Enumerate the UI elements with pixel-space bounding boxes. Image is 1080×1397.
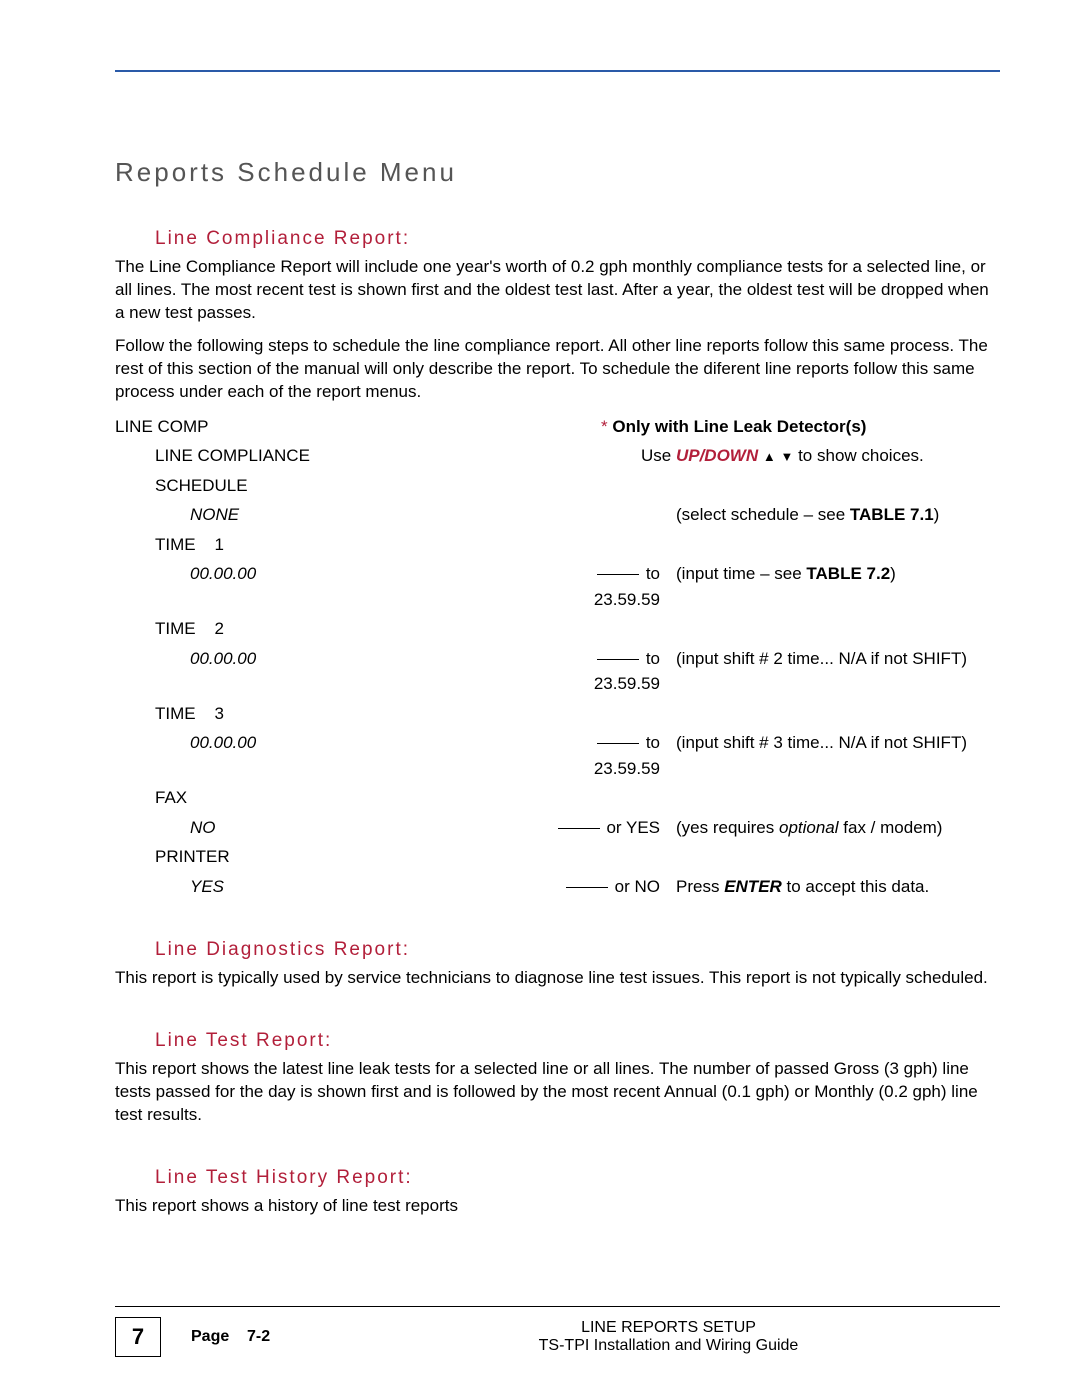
heading-line-test-history: Line Test History Report: bbox=[155, 1167, 1000, 1189]
menu-row-lvl1: LINE COMPLIANCE Use UP/DOWN ▲ ▼ to show … bbox=[115, 443, 1000, 469]
paragraph-compliance-2: Follow the following steps to schedule t… bbox=[115, 335, 1000, 404]
menu-note: Use UP/DOWN ▲ ▼ to show choices. bbox=[633, 443, 1000, 469]
hint-text: (input time – see bbox=[676, 564, 806, 583]
hint-bold: TABLE 7.2 bbox=[806, 564, 890, 583]
menu-row-schedule: SCHEDULE bbox=[115, 473, 1000, 499]
menu-row-printer-val: YES or NO Press ENTER to accept this dat… bbox=[115, 874, 1000, 900]
menu-row-time1: TIME 1 bbox=[115, 532, 1000, 558]
alt-text: to 23.59.59 bbox=[594, 564, 660, 609]
menu-label: SCHEDULE bbox=[115, 473, 505, 499]
menu-row-time3: TIME 3 bbox=[115, 701, 1000, 727]
up-arrow-icon: ▲ bbox=[763, 450, 776, 463]
menu-label: LINE COMPLIANCE bbox=[115, 443, 505, 469]
root-note-text: Only with Line Leak Detector(s) bbox=[608, 417, 867, 436]
menu-hint: Press ENTER to accept this data. bbox=[668, 874, 1000, 900]
menu-label: FAX bbox=[115, 785, 505, 811]
heading-line-compliance: Line Compliance Report: bbox=[155, 228, 1000, 250]
page-number-label: Page 7-2 bbox=[191, 1328, 381, 1346]
section-title: Reports Schedule Menu bbox=[115, 157, 1000, 188]
hint-text: fax / modem) bbox=[839, 818, 943, 837]
menu-alt: or YES bbox=[540, 815, 668, 841]
paragraph-diagnostics: This report is typically used by service… bbox=[115, 967, 1000, 990]
menu-label: PRINTER bbox=[115, 844, 505, 870]
footer-rule bbox=[115, 1306, 1000, 1307]
hint-text: ) bbox=[890, 564, 896, 583]
menu-row-time3-val: 00.00.00 to 23.59.59 (input shift # 3 ti… bbox=[115, 730, 1000, 781]
menu-row-time2: TIME 2 bbox=[115, 616, 1000, 642]
menu-label: TIME 3 bbox=[115, 701, 505, 727]
footer-line2: TS-TPI Installation and Wiring Guide bbox=[381, 1337, 956, 1355]
menu-row-printer: PRINTER bbox=[115, 844, 1000, 870]
fill-line-icon bbox=[597, 743, 639, 744]
menu-tree: LINE COMP * Only with Line Leak Detector… bbox=[115, 414, 1000, 900]
paragraph-history: This report shows a history of line test… bbox=[115, 1195, 1000, 1218]
document-page: Reports Schedule Menu Line Compliance Re… bbox=[0, 0, 1080, 1397]
menu-hint: (input time – see TABLE 7.2) bbox=[668, 561, 1000, 587]
menu-row-fax: FAX bbox=[115, 785, 1000, 811]
menu-row-root: LINE COMP * Only with Line Leak Detector… bbox=[115, 414, 1000, 440]
menu-value: NONE bbox=[115, 502, 540, 528]
header-rule bbox=[115, 70, 1000, 72]
menu-hint: (input shift # 3 time... N/A if not SHIF… bbox=[668, 730, 1000, 756]
note-text: Use bbox=[641, 446, 676, 465]
menu-value: 00.00.00 bbox=[115, 561, 540, 587]
note-text: to show choices. bbox=[793, 446, 923, 465]
menu-hint: (select schedule – see TABLE 7.1) bbox=[668, 502, 1000, 528]
menu-label: LINE COMP bbox=[115, 414, 465, 440]
menu-hint: (input shift # 2 time... N/A if not SHIF… bbox=[668, 646, 1000, 672]
down-arrow-icon: ▼ bbox=[780, 450, 793, 463]
hint-text: (select schedule – see bbox=[676, 505, 850, 524]
chapter-number-box: 7 bbox=[115, 1317, 161, 1357]
hint-text: Press bbox=[676, 877, 724, 896]
menu-label: TIME 1 bbox=[115, 532, 505, 558]
fill-line-icon bbox=[597, 574, 639, 575]
updown-label: UP/DOWN bbox=[676, 446, 758, 465]
alt-text: or YES bbox=[602, 818, 660, 837]
menu-value: 00.00.00 bbox=[115, 730, 540, 756]
hint-text: ) bbox=[934, 505, 940, 524]
menu-row-time2-val: 00.00.00 to 23.59.59 (input shift # 2 ti… bbox=[115, 646, 1000, 697]
hint-bold: ENTER bbox=[724, 877, 782, 896]
hint-bold: TABLE 7.1 bbox=[850, 505, 934, 524]
alt-text: or NO bbox=[610, 877, 660, 896]
fill-line-icon bbox=[566, 887, 608, 888]
footer-center-text: LINE REPORTS SETUP TS-TPI Installation a… bbox=[381, 1319, 956, 1355]
menu-value: NO bbox=[115, 815, 540, 841]
menu-row-schedule-val: NONE (select schedule – see TABLE 7.1) bbox=[115, 502, 1000, 528]
menu-row-time1-val: 00.00.00 to 23.59.59 (input time – see T… bbox=[115, 561, 1000, 612]
menu-alt: or NO bbox=[540, 874, 668, 900]
menu-alt: to 23.59.59 bbox=[540, 646, 668, 697]
footer-line1: LINE REPORTS SETUP bbox=[381, 1319, 956, 1337]
menu-value: 00.00.00 bbox=[115, 646, 540, 672]
fill-line-icon bbox=[597, 659, 639, 660]
menu-label: TIME 2 bbox=[115, 616, 505, 642]
alt-text: to 23.59.59 bbox=[594, 733, 660, 778]
menu-note: * Only with Line Leak Detector(s) bbox=[593, 414, 1000, 440]
heading-line-test: Line Test Report: bbox=[155, 1030, 1000, 1052]
paragraph-compliance-1: The Line Compliance Report will include … bbox=[115, 256, 1000, 325]
paragraph-test: This report shows the latest line leak t… bbox=[115, 1058, 1000, 1127]
menu-alt: to 23.59.59 bbox=[540, 730, 668, 781]
heading-line-diagnostics: Line Diagnostics Report: bbox=[155, 939, 1000, 961]
hint-text: to accept this data. bbox=[782, 877, 929, 896]
alt-text: to 23.59.59 bbox=[594, 649, 660, 694]
hint-text: (yes requires bbox=[676, 818, 779, 837]
menu-value: YES bbox=[115, 874, 540, 900]
red-star: * bbox=[601, 417, 608, 436]
menu-hint: (yes requires optional fax / modem) bbox=[668, 815, 1000, 841]
fill-line-icon bbox=[558, 828, 600, 829]
menu-alt: to 23.59.59 bbox=[540, 561, 668, 612]
page-footer: 7 Page 7-2 LINE REPORTS SETUP TS-TPI Ins… bbox=[115, 1306, 1000, 1357]
menu-row-fax-val: NO or YES (yes requires optional fax / m… bbox=[115, 815, 1000, 841]
hint-italic: optional bbox=[779, 818, 839, 837]
